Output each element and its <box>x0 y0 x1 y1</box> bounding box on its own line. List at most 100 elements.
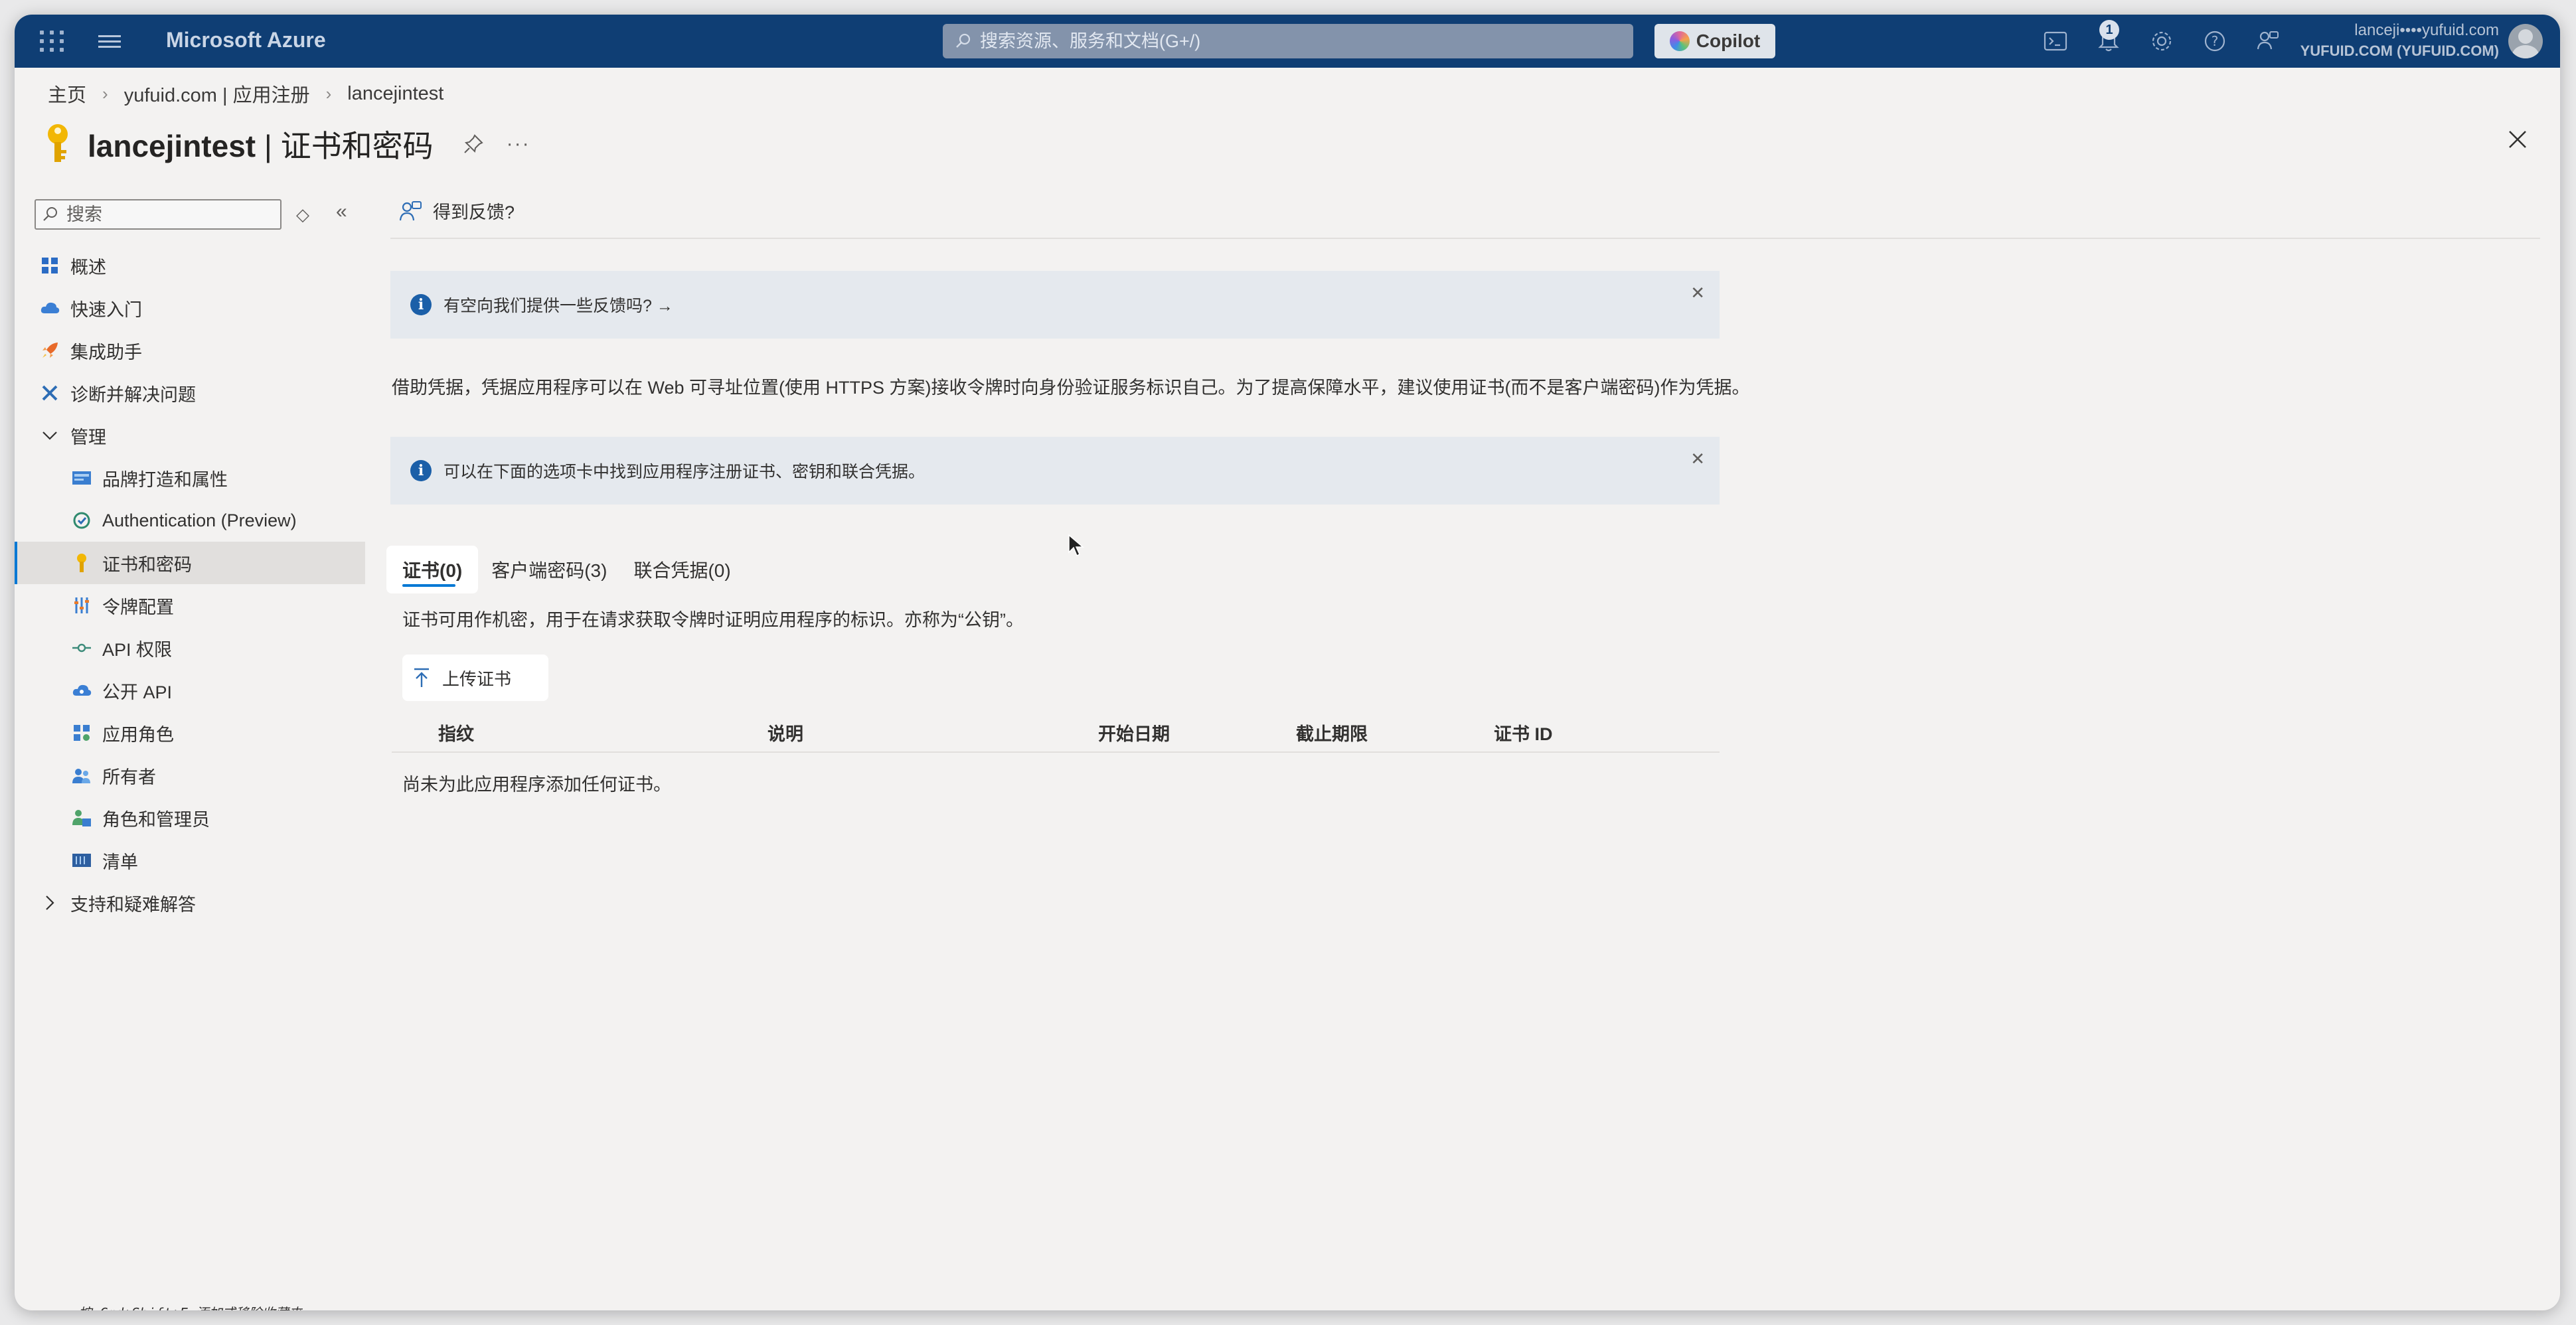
breadcrumb: 主页 › yufuid.com | 应用注册 › lancejintest <box>48 80 443 108</box>
sidebar-item-label: 快速入门 <box>70 299 142 320</box>
grid-icon <box>39 254 61 277</box>
certificates-table-header: 指纹 说明 开始日期 截止期限 证书 ID <box>392 705 1720 753</box>
cloud-shell-icon[interactable] <box>2042 28 2069 54</box>
sidebar-item-api-permissions[interactable]: API 权限 <box>15 627 365 669</box>
sidebar-item-label: 公开 API <box>102 682 173 702</box>
breadcrumb-home[interactable]: 主页 <box>48 80 86 108</box>
sidebar-item-roles-admins[interactable]: 角色和管理员 <box>15 797 365 839</box>
info-icon: i <box>410 294 432 315</box>
sidebar-item-label: 证书和密码 <box>102 554 192 575</box>
svg-text:?: ? <box>2212 33 2219 49</box>
notification-count-badge: 1 <box>2099 20 2119 40</box>
feedback-button[interactable]: 得到反馈? <box>398 198 515 224</box>
copilot-button[interactable]: Copilot <box>1654 24 1775 58</box>
sidebar-item-certificates-secrets[interactable]: 证书和密码 <box>15 542 365 584</box>
column-header-thumbprint[interactable]: 指纹 <box>438 720 474 745</box>
sidebar-item-label: 支持和疑难解答 <box>70 894 196 915</box>
feedback-person-icon <box>399 200 422 220</box>
breadcrumb-app[interactable]: lancejintest <box>347 83 443 105</box>
keyboard-shortcut-hint: 按 Cmd+Shift+F 添加或移除收藏夹 <box>78 1302 302 1310</box>
sidebar-item-diagnose[interactable]: 诊断并解决问题 <box>15 372 365 414</box>
cloud-icon <box>39 297 61 319</box>
global-search-input[interactable] <box>979 30 1579 52</box>
copilot-label: Copilot <box>1696 31 1761 51</box>
portal-menu-icon[interactable] <box>98 32 121 50</box>
sidebar-item-authentication[interactable]: Authentication (Preview) <box>15 499 365 542</box>
brand-title[interactable]: Microsoft Azure <box>166 28 326 52</box>
page-title-app: lancejintest <box>88 129 256 163</box>
help-icon[interactable]: ? <box>2202 28 2228 54</box>
column-header-start-date[interactable]: 开始日期 <box>1098 720 1170 745</box>
sidebar-nav: 概述 快速入门 集成助手 诊断并解决问题 管理 品牌打造和属性 Authenti… <box>15 244 365 924</box>
account-info[interactable]: lanceji••••yufuid.com YUFUID.COM (YUFUID… <box>2300 21 2499 60</box>
close-icon[interactable] <box>2504 126 2531 153</box>
breadcrumb-separator-icon: › <box>325 83 332 104</box>
account-tenant: YUFUID.COM (YUFUID.COM) <box>2300 42 2499 59</box>
upload-icon <box>414 668 429 687</box>
top-navigation-bar: Microsoft Azure Copilot 1 ? lanceji••••y… <box>15 15 2560 68</box>
column-header-description[interactable]: 说明 <box>767 720 803 745</box>
close-icon[interactable]: ✕ <box>1690 449 1705 469</box>
global-search-box[interactable] <box>943 24 1633 58</box>
key-icon <box>70 552 93 574</box>
sidebar-item-integration-assistant[interactable]: 集成助手 <box>15 329 365 372</box>
pin-icon[interactable] <box>463 133 484 155</box>
cloud-api-icon <box>70 679 93 702</box>
settings-gear-icon[interactable] <box>2148 28 2175 54</box>
upload-certificate-button[interactable]: 上传证书 <box>402 655 548 701</box>
rocket-icon <box>39 339 61 362</box>
search-icon <box>43 207 57 221</box>
breadcrumb-separator-icon: › <box>102 83 108 104</box>
feedback-label: 得到反馈? <box>433 202 515 222</box>
sidebar-group-manage[interactable]: 管理 <box>15 414 365 457</box>
sidebar-item-app-roles[interactable]: 应用角色 <box>15 712 365 754</box>
app-launcher-icon[interactable] <box>36 27 65 56</box>
avatar[interactable] <box>2508 24 2543 58</box>
collapse-sidebar-icon[interactable]: « <box>336 200 347 223</box>
tab-certificates[interactable]: 证书(0) <box>386 546 479 593</box>
breadcrumb-app-registrations[interactable]: yufuid.com | 应用注册 <box>124 80 310 108</box>
account-email: lanceji••••yufuid.com <box>2354 21 2499 39</box>
feedback-person-icon[interactable] <box>2255 28 2281 54</box>
auth-icon <box>70 509 93 532</box>
app-roles-icon <box>70 722 93 744</box>
sidebar-item-label: API 权限 <box>102 639 173 660</box>
banner-text: 可以在下面的选项卡中找到应用程序注册证书、密钥和联合凭据。 <box>443 463 926 481</box>
sidebar-item-label: 应用角色 <box>102 724 174 745</box>
key-icon <box>48 124 68 162</box>
banner-text: 有空向我们提供一些反馈吗? → <box>443 297 673 315</box>
sidebar-item-label: 品牌打造和属性 <box>102 469 228 490</box>
column-header-certificate-id[interactable]: 证书 ID <box>1494 720 1553 745</box>
empty-table-message: 尚未为此应用程序添加任何证书。 <box>402 775 671 795</box>
tab-client-secrets[interactable]: 客户端密码(3) <box>478 546 620 593</box>
sidebar-item-label: 所有者 <box>102 767 156 787</box>
sidebar-item-label: 角色和管理员 <box>102 809 210 830</box>
sidebar-item-expose-api[interactable]: 公开 API <box>15 669 365 712</box>
sidebar-group-support[interactable]: 支持和疑难解答 <box>15 882 365 924</box>
info-icon: i <box>410 460 432 481</box>
search-icon <box>956 33 971 48</box>
mouse-cursor-icon <box>1068 534 1085 557</box>
api-permission-icon <box>70 637 93 659</box>
credentials-info-banner: i 可以在下面的选项卡中找到应用程序注册证书、密钥和联合凭据。 ✕ <box>390 437 1720 505</box>
expand-collapse-icon[interactable]: ◇ <box>296 204 309 225</box>
close-icon[interactable]: ✕ <box>1690 283 1705 303</box>
sidebar-item-overview[interactable]: 概述 <box>15 244 365 287</box>
sidebar-item-owners[interactable]: 所有者 <box>15 754 365 797</box>
sidebar-search-input[interactable] <box>65 203 267 226</box>
tab-federated-credentials[interactable]: 联合凭据(0) <box>620 546 744 593</box>
chevron-down-icon <box>39 424 61 447</box>
sidebar-item-token-config[interactable]: 令牌配置 <box>15 584 365 627</box>
more-options-icon[interactable]: ··· <box>507 133 530 155</box>
column-header-expires[interactable]: 截止期限 <box>1296 720 1368 745</box>
upload-label: 上传证书 <box>442 668 512 689</box>
page-header: lancejintest | 证书和密码 ··· <box>41 121 530 167</box>
sidebar-item-quickstart[interactable]: 快速入门 <box>15 287 365 329</box>
feedback-info-banner[interactable]: i 有空向我们提供一些反馈吗? → ✕ <box>390 271 1720 339</box>
sidebar-item-manifest[interactable]: 清单 <box>15 839 365 882</box>
sidebar-search-box[interactable] <box>35 199 282 230</box>
divider <box>390 238 2540 239</box>
sidebar-item-branding[interactable]: 品牌打造和属性 <box>15 457 365 499</box>
chevron-right-icon <box>39 892 61 914</box>
manifest-icon <box>70 849 93 872</box>
